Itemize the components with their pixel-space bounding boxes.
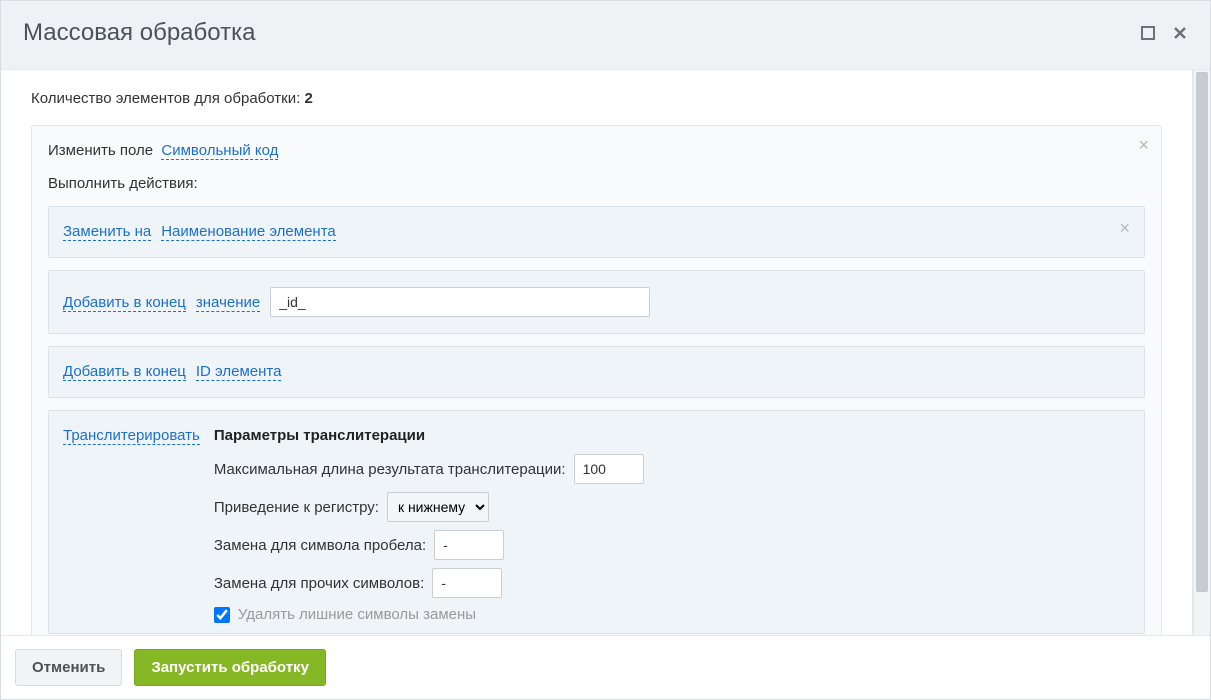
- action-value-input[interactable]: [270, 287, 650, 317]
- close-icon[interactable]: [1172, 25, 1188, 41]
- modal-footer: Отменить Запустить обработку: [1, 635, 1210, 699]
- action-block-transliterate: Транслитерировать Параметры транслитерац…: [48, 410, 1145, 634]
- action-op-select[interactable]: Транслитерировать: [63, 427, 200, 445]
- actions-label: Выполнить действия:: [48, 175, 1145, 192]
- change-field-label: Изменить поле: [48, 142, 153, 159]
- action-source-select[interactable]: ID элемента: [196, 363, 282, 381]
- param-case: Приведение к регистру: к нижнему: [214, 492, 644, 522]
- action-op-select[interactable]: Добавить в конец: [63, 294, 186, 312]
- change-field-row: Изменить поле Символьный код: [48, 142, 1145, 159]
- action-block-append-id: Добавить в конец ID элемента: [48, 346, 1145, 398]
- param-label: Замена для прочих символов:: [214, 575, 424, 592]
- space-replace-input[interactable]: [434, 530, 504, 560]
- run-button[interactable]: Запустить обработку: [134, 649, 326, 686]
- param-label: Максимальная длина результата транслитер…: [214, 461, 566, 478]
- change-field-select[interactable]: Символьный код: [161, 142, 278, 160]
- action-source-select[interactable]: значение: [196, 294, 260, 312]
- param-max-length: Максимальная длина результата транслитер…: [214, 454, 644, 484]
- modal-body: Количество элементов для обработки: 2 × …: [1, 70, 1193, 635]
- action-row: Заменить на Наименование элемента: [63, 223, 336, 241]
- action-op-select[interactable]: Добавить в конец: [63, 363, 186, 381]
- action-close-icon[interactable]: ×: [1119, 219, 1130, 237]
- count-label: Количество элементов для обработки:: [31, 90, 300, 107]
- action-block-append-value: Добавить в конец значение: [48, 270, 1145, 334]
- field-panel: × Изменить поле Символьный код Выполнить…: [31, 125, 1162, 635]
- param-label: Приведение к регистру:: [214, 499, 379, 516]
- scrollbar[interactable]: [1193, 70, 1210, 635]
- scrollbar-thumb[interactable]: [1196, 72, 1208, 592]
- param-label: Замена для символа пробела:: [214, 537, 426, 554]
- elements-count: Количество элементов для обработки: 2: [31, 90, 1162, 107]
- maximize-icon[interactable]: [1140, 25, 1156, 41]
- modal-header: Массовая обработка: [1, 1, 1210, 70]
- modal-body-wrapper: Количество элементов для обработки: 2 × …: [1, 70, 1210, 635]
- modal-dialog: Массовая обработка Количество элементов …: [0, 0, 1211, 700]
- case-select[interactable]: к нижнему: [387, 492, 489, 522]
- max-length-input[interactable]: [574, 454, 644, 484]
- remove-extra-checkbox[interactable]: [214, 607, 230, 623]
- other-replace-input[interactable]: [432, 568, 502, 598]
- action-source-select[interactable]: Наименование элемента: [161, 223, 336, 241]
- panel-close-icon[interactable]: ×: [1138, 136, 1149, 154]
- content-area: Количество элементов для обработки: 2 × …: [1, 70, 1192, 635]
- action-block-replace: × Заменить на Наименование элемента: [48, 206, 1145, 258]
- count-value: 2: [304, 90, 312, 107]
- remove-extra-label: Удалять лишние символы замены: [238, 606, 476, 623]
- action-row: Добавить в конец значение: [63, 287, 650, 317]
- action-row: Добавить в конец ID элемента: [63, 363, 281, 381]
- param-other-replace: Замена для прочих символов:: [214, 568, 644, 598]
- cancel-button[interactable]: Отменить: [15, 649, 122, 686]
- action-op-select[interactable]: Заменить на: [63, 223, 151, 241]
- translit-params-title: Параметры транслитерации: [214, 427, 644, 444]
- translit-params: Параметры транслитерации Максимальная дл…: [214, 427, 644, 623]
- modal-title: Массовая обработка: [23, 19, 255, 47]
- param-remove-extra: Удалять лишние символы замены: [214, 606, 644, 623]
- translit-left: Транслитерировать: [63, 427, 200, 444]
- param-space-replace: Замена для символа пробела:: [214, 530, 644, 560]
- window-controls: [1140, 25, 1188, 41]
